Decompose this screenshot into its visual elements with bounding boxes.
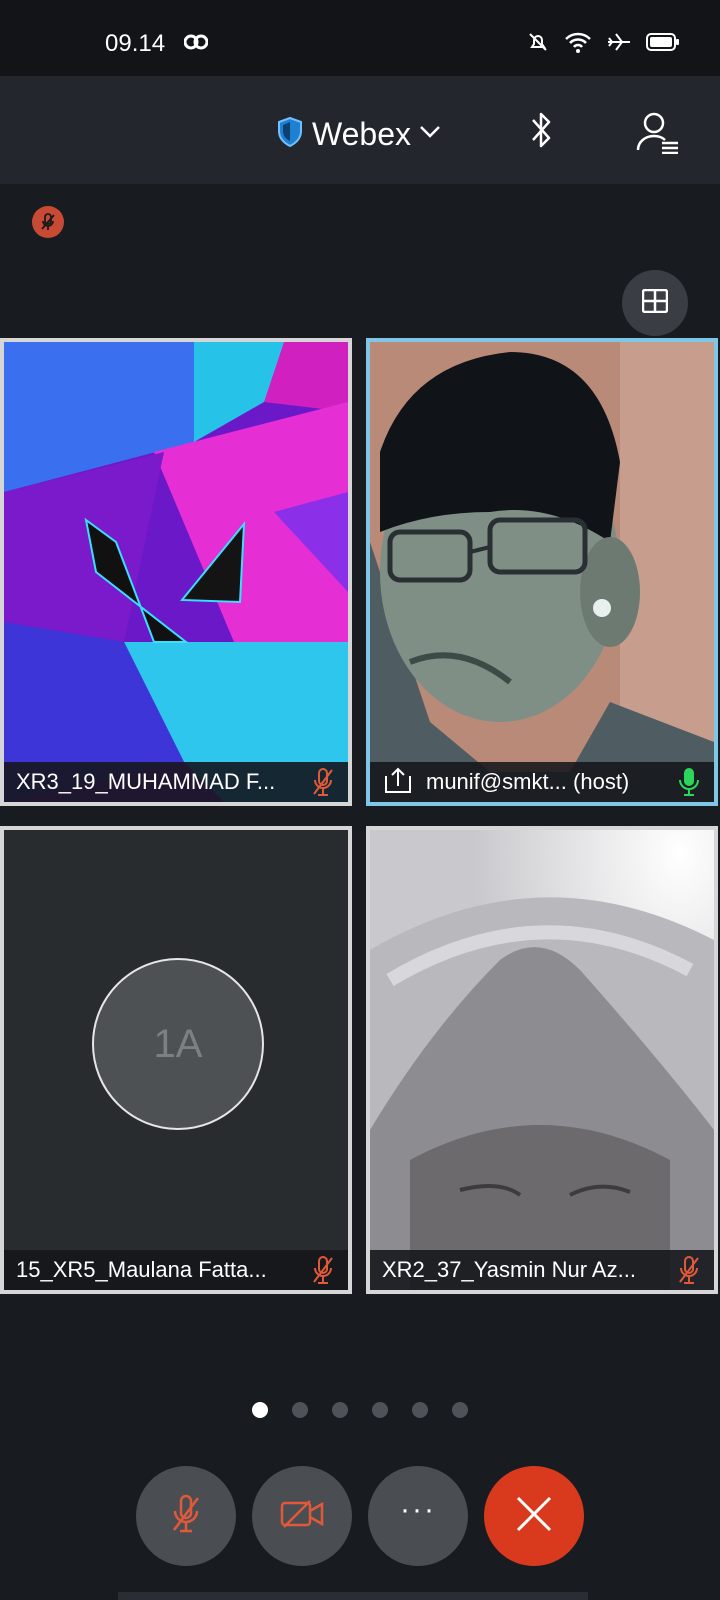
mic-muted-icon bbox=[310, 767, 336, 797]
mic-muted-icon bbox=[676, 1255, 702, 1285]
participant-video bbox=[4, 342, 348, 802]
page-dot-3[interactable] bbox=[332, 1402, 348, 1418]
participant-name-bar: XR3_19_MUHAMMAD F... bbox=[4, 762, 348, 802]
page-dot-5[interactable] bbox=[412, 1402, 428, 1418]
bluetooth-icon[interactable] bbox=[530, 108, 552, 157]
self-muted-indicator bbox=[32, 206, 64, 238]
share-upload-icon bbox=[382, 766, 414, 799]
participant-name: XR2_37_Yasmin Nur Az... bbox=[382, 1257, 636, 1282]
grid-icon bbox=[641, 288, 669, 318]
meeting-header: Webex bbox=[0, 76, 720, 184]
webex-meeting-menu[interactable]: Webex bbox=[276, 116, 441, 153]
participant-video-off: 1A bbox=[4, 830, 348, 1290]
participant-tile[interactable]: 1A 15_XR5_Maulana Fatta... bbox=[0, 826, 352, 1294]
page-dot-4[interactable] bbox=[372, 1402, 388, 1418]
page-dot-6[interactable] bbox=[452, 1402, 468, 1418]
participants-list-icon[interactable] bbox=[636, 110, 680, 159]
app-notification-icon bbox=[183, 32, 209, 57]
participant-tile-active-speaker[interactable]: munif@smkt... (host) bbox=[366, 338, 718, 806]
mic-muted-icon bbox=[310, 1255, 336, 1285]
bottom-strip bbox=[118, 1592, 588, 1600]
participant-name: munif@smkt... (host) bbox=[426, 769, 630, 794]
wifi-icon bbox=[564, 30, 592, 59]
participant-tile[interactable]: XR2_37_Yasmin Nur Az... bbox=[366, 826, 718, 1294]
video-off-icon bbox=[280, 1499, 324, 1534]
chevron-down-icon bbox=[419, 125, 441, 144]
close-icon bbox=[515, 1495, 553, 1538]
video-button[interactable] bbox=[252, 1466, 352, 1566]
status-bar: 09.14 bbox=[0, 0, 720, 76]
participant-tile[interactable]: XR3_19_MUHAMMAD F... bbox=[0, 338, 352, 806]
participant-video bbox=[370, 830, 714, 1290]
more-icon: ··· bbox=[400, 1493, 436, 1526]
participant-video bbox=[370, 342, 714, 802]
mic-off-icon bbox=[170, 1494, 202, 1539]
participant-name-bar: 15_XR5_Maulana Fatta... bbox=[4, 1250, 348, 1290]
participant-name-bar: munif@smkt... (host) bbox=[370, 762, 714, 802]
page-dot-2[interactable] bbox=[292, 1402, 308, 1418]
mic-active-icon bbox=[676, 767, 702, 797]
more-options-button[interactable]: ··· bbox=[368, 1466, 468, 1566]
avatar: 1A bbox=[92, 958, 264, 1130]
battery-icon bbox=[646, 32, 680, 57]
page-dot-1[interactable] bbox=[252, 1402, 268, 1418]
participant-name: XR3_19_MUHAMMAD F... bbox=[16, 769, 276, 794]
meeting-title: Webex bbox=[312, 116, 412, 152]
participant-name: 15_XR5_Maulana Fatta... bbox=[16, 1257, 267, 1282]
shield-icon bbox=[276, 116, 304, 153]
leave-meeting-button[interactable] bbox=[484, 1466, 584, 1566]
status-time: 09.14 bbox=[105, 30, 166, 57]
mute-bell-icon bbox=[526, 30, 550, 59]
airplane-icon bbox=[606, 30, 632, 59]
participant-name-bar: XR2_37_Yasmin Nur Az... bbox=[370, 1250, 714, 1290]
grid-layout-button[interactable] bbox=[622, 270, 688, 336]
page-indicator bbox=[252, 1402, 468, 1418]
avatar-initials: 1A bbox=[153, 1021, 203, 1066]
mute-button[interactable] bbox=[136, 1466, 236, 1566]
